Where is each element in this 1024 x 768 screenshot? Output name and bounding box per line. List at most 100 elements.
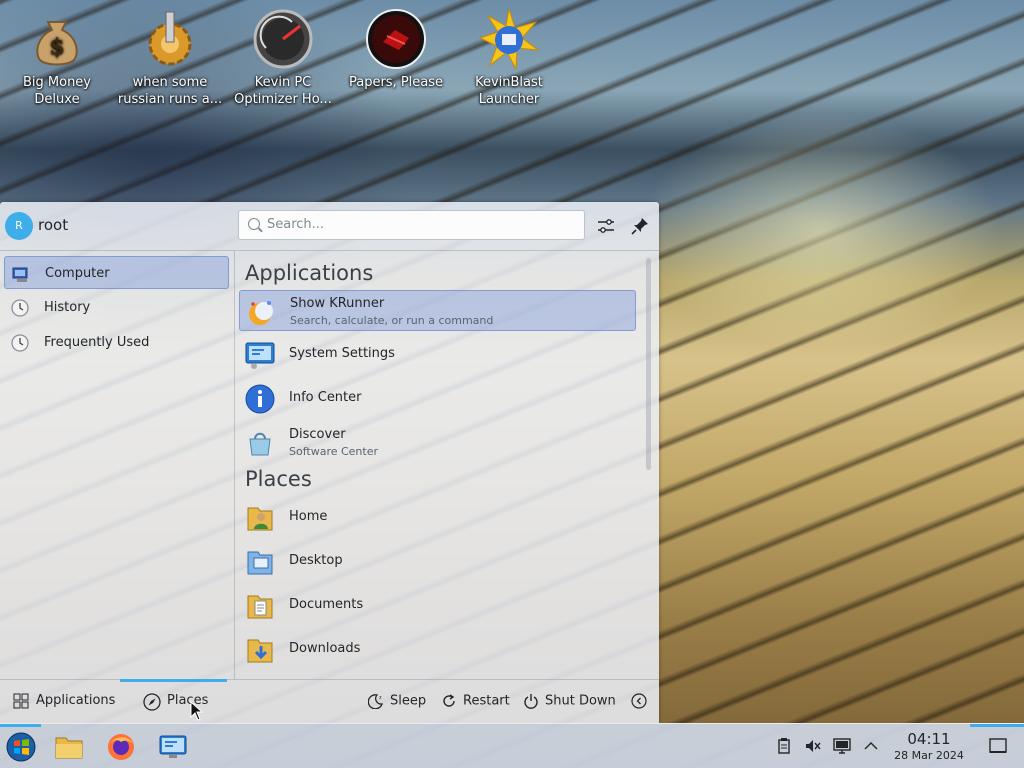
- search-input[interactable]: Search...: [238, 210, 585, 240]
- desktop-icon-label: Deluxe: [34, 92, 80, 107]
- krunner-icon: [249, 301, 273, 325]
- pin-icon: [631, 218, 648, 235]
- desktop-icon-kevin-pc[interactable]: Kevin PC Optimizer Ho...: [227, 8, 339, 108]
- place-item-title: Downloads: [289, 641, 361, 656]
- grid-icon: [13, 693, 29, 709]
- home-folder-icon: [247, 507, 273, 531]
- discover-icon: [249, 432, 271, 456]
- section-title-applications: Applications: [245, 261, 374, 285]
- configure-button[interactable]: [594, 214, 618, 238]
- desktop-folder-icon: [247, 551, 273, 575]
- place-item-title: Home: [289, 509, 328, 524]
- gear-hand-icon: [139, 8, 201, 70]
- active-indicator: [0, 724, 41, 727]
- sliders-icon: [598, 219, 614, 233]
- info-icon: [245, 384, 275, 414]
- desktop-icon-label: Papers, Please: [348, 75, 444, 90]
- tab-places[interactable]: Places: [120, 679, 227, 723]
- desktop-icon-label: KevinBlast: [475, 75, 543, 90]
- chevron-left-icon: [631, 693, 647, 709]
- app-item-title: Discover: [289, 427, 346, 442]
- money-bag-icon: $: [26, 8, 88, 70]
- leave-more-button[interactable]: [631, 693, 653, 709]
- place-item-documents[interactable]: Documents: [239, 585, 636, 626]
- system-settings-icon: [159, 735, 187, 758]
- downloads-folder-icon: [247, 639, 273, 663]
- sidebar-item-label: History: [44, 300, 91, 315]
- chevron-up-icon[interactable]: [862, 737, 880, 755]
- shut-down-button[interactable]: Shut Down: [523, 693, 616, 709]
- header-divider: [0, 250, 659, 251]
- search-icon: [248, 218, 260, 230]
- sleep-button[interactable]: z Sleep: [368, 693, 426, 709]
- sidebar-item-computer[interactable]: Computer: [4, 256, 229, 289]
- pin-button[interactable]: [628, 214, 652, 238]
- show-desktop-icon[interactable]: [988, 736, 1008, 756]
- sidebar-divider: [234, 251, 235, 679]
- taskbar-system-settings[interactable]: [152, 728, 194, 766]
- mouse-cursor-icon: [190, 701, 204, 721]
- active-indicator: [970, 724, 1024, 727]
- restart-icon: [443, 694, 455, 707]
- desktop-icon-papers-please[interactable]: Papers, Please: [340, 8, 452, 91]
- app-item-title: System Settings: [289, 346, 395, 361]
- desktop-icon-label: Launcher: [478, 92, 540, 107]
- clock-date: 28 Mar 2024: [894, 749, 964, 762]
- blast-globe-icon: [478, 8, 540, 71]
- app-item-show-krunner[interactable]: Show KRunner Search, calculate, or run a…: [239, 290, 636, 331]
- file-manager-icon: [55, 737, 83, 759]
- avatar[interactable]: R: [5, 212, 33, 240]
- restart-button[interactable]: Restart: [441, 693, 510, 709]
- sidebar-item-frequently-used[interactable]: Frequently Used: [4, 326, 229, 359]
- restart-label: Restart: [463, 693, 510, 709]
- scrollbar[interactable]: [646, 258, 651, 470]
- svg-text:z: z: [379, 695, 382, 701]
- shut-down-label: Shut Down: [545, 693, 616, 709]
- app-item-info-center[interactable]: Info Center: [239, 378, 636, 419]
- desktop-icon-big-money[interactable]: $ Big Money Deluxe: [1, 8, 113, 108]
- desktop-icon-kevinblast[interactable]: KevinBlast Launcher: [453, 8, 565, 108]
- place-item-desktop[interactable]: Desktop: [239, 541, 636, 582]
- documents-folder-icon: [247, 595, 273, 619]
- search-placeholder: Search...: [267, 217, 325, 232]
- app-item-title: Info Center: [289, 390, 362, 405]
- sidebar-item-history[interactable]: History: [4, 291, 229, 324]
- launcher-footer: Applications Places z Sleep Restart Shut …: [0, 679, 659, 723]
- clipboard-icon[interactable]: [775, 737, 793, 755]
- tab-applications[interactable]: Applications: [8, 680, 118, 723]
- section-title-places: Places: [245, 467, 312, 491]
- clock-time: 04:11: [907, 730, 951, 748]
- start-button[interactable]: [0, 728, 42, 766]
- start-orb-icon: [6, 732, 36, 762]
- app-item-subtitle: Software Center: [289, 445, 379, 458]
- taskbar-file-manager[interactable]: [48, 728, 90, 766]
- taskbar: 04:11 28 Mar 2024: [0, 723, 1024, 768]
- power-icon: [524, 694, 538, 709]
- application-launcher: R root Search... Computer History Freque…: [0, 202, 659, 723]
- clock-icon: [11, 334, 29, 352]
- app-item-subtitle: Search, calculate, or run a command: [290, 314, 494, 327]
- clock-icon: [11, 299, 29, 317]
- place-item-home[interactable]: Home: [239, 497, 636, 538]
- sleep-label: Sleep: [390, 693, 427, 709]
- app-item-title: Show KRunner: [290, 296, 385, 311]
- desktop-icon-russian[interactable]: when some russian runs a...: [114, 8, 226, 108]
- papers-please-icon: [365, 8, 427, 70]
- app-item-discover[interactable]: Discover Software Center: [239, 422, 636, 463]
- compass-icon: [143, 693, 161, 711]
- sidebar-item-label: Frequently Used: [44, 335, 150, 350]
- desktop-icon-label: Optimizer Ho...: [234, 92, 332, 107]
- volume-muted-icon[interactable]: [804, 737, 822, 755]
- sleep-icon: z: [368, 694, 383, 709]
- tab-label: Applications: [36, 693, 116, 708]
- desktop-icon-label: Kevin PC: [254, 75, 312, 90]
- place-item-downloads[interactable]: Downloads: [239, 629, 636, 670]
- place-item-title: Desktop: [289, 553, 343, 568]
- app-item-system-settings[interactable]: System Settings: [239, 334, 636, 375]
- desktop-icon-label: Big Money: [22, 75, 91, 90]
- display-icon[interactable]: [833, 737, 851, 755]
- taskbar-firefox[interactable]: [100, 728, 142, 766]
- digital-clock[interactable]: 04:11 28 Mar 2024: [890, 730, 968, 762]
- computer-icon: [12, 267, 28, 282]
- desktop-icon-label: when some: [132, 75, 208, 90]
